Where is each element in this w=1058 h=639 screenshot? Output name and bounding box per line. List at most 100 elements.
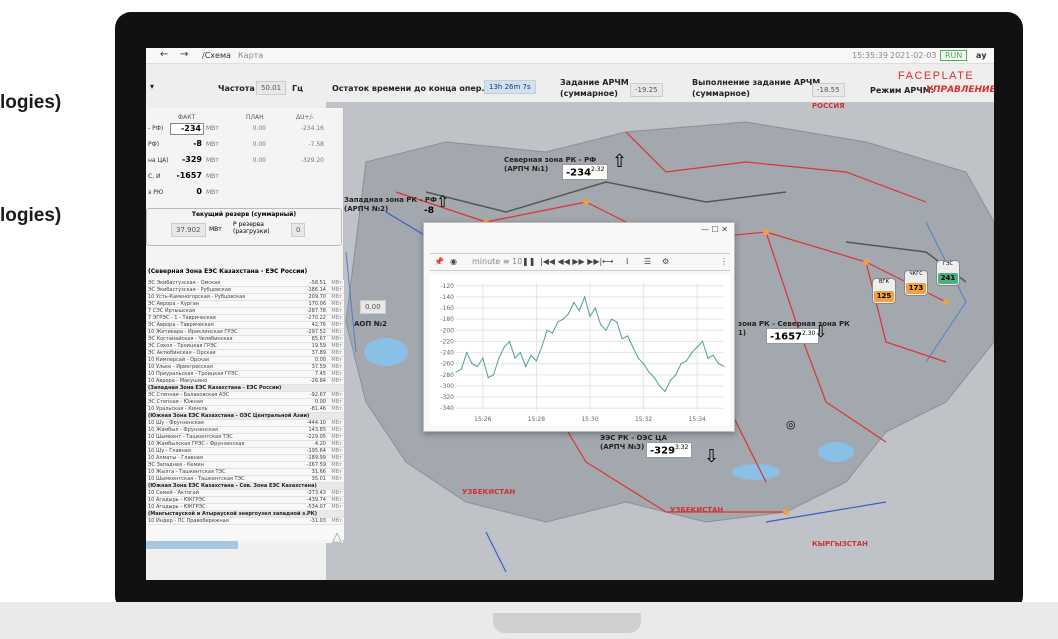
pause-icon[interactable]: ❚❚ — [522, 257, 535, 266]
left-data-panel: ФАКТ ПЛАН ΔU+/- - РФ) -234 МВт 0.00 -234… — [146, 108, 344, 543]
task-label-2: (суммарное) — [560, 89, 618, 98]
list-item[interactable]: 10 Усть-Каменогорская - Рубцовская 209.70… — [146, 294, 344, 301]
fit-icon[interactable]: ⟷ — [602, 257, 613, 266]
list-item[interactable]: 10 Аврора - Макушино -26.84 МВт — [146, 378, 344, 385]
back-arrow-icon[interactable]: ← — [160, 49, 168, 60]
generator-icon[interactable]: ◎ — [786, 418, 796, 431]
list-item[interactable]: 10 Житикара - Ириклинская ГРЭС -297.52 МВт — [146, 329, 344, 336]
range-select[interactable]: minute ≡ 10 — [472, 257, 522, 266]
list-item[interactable]: ЭС Степная - Балаковская АЭС -92.67 МВт — [146, 392, 344, 399]
list-item[interactable]: 10 Жамбылская ГРЭС - Фрунзенская 4.20 МВт — [146, 441, 344, 448]
x-tick-label: 15:34 — [689, 416, 706, 423]
cursor-icon[interactable]: Ⅰ — [626, 257, 628, 266]
list-item[interactable]: 10 Семей - Актогай -373.43 МВт — [146, 490, 344, 497]
mode-icon[interactable]: ◉ — [450, 257, 457, 266]
list-item[interactable]: ЭС Аврора - Таврическая 42.76 МВт — [146, 322, 344, 329]
list-item[interactable]: ЭС Экибастузская - Рубцовская -186.14 МВт — [146, 287, 344, 294]
data-point — [675, 374, 677, 376]
exec-label-1: Выполнение задание АРЧМ — [692, 78, 821, 87]
list-item[interactable]: 10 Алматы - Главная -189.99 МВт — [146, 455, 344, 462]
list-item[interactable]: ЭС Сокол - Троицкая ГРЭС 19.59 МВт — [146, 343, 344, 350]
more-icon[interactable]: ⋮ — [720, 257, 728, 266]
list-item[interactable]: 10 Жамбыл - Фрунзенская 143.85 МВт — [146, 427, 344, 434]
data-point — [701, 340, 704, 343]
south-zone-value[interactable]: -16572.30 — [766, 328, 820, 345]
west-zone-value[interactable]: -8 — [424, 206, 434, 216]
data-point — [616, 321, 618, 323]
brand-logo: FACEPLATE — [898, 70, 975, 82]
y-tick-label: -220 — [440, 338, 454, 345]
data-point — [691, 351, 693, 354]
window-controls[interactable]: — ☐ ✕ — [701, 225, 728, 234]
list-item[interactable]: 10 Жылга - Ташкентская ТЭС 31.66 МВт — [146, 469, 344, 476]
x-tick-label: 15:32 — [635, 416, 652, 423]
y-tick-label: -160 — [440, 305, 454, 312]
list-item[interactable]: ЭС Степная - Южная 0.00 МВт — [146, 399, 344, 406]
data-point — [578, 310, 580, 312]
pin-icon[interactable]: 📌 — [434, 257, 444, 266]
list-item[interactable]: 10 Кимперсай - Орская 0.00 МВт — [146, 357, 344, 364]
data-point — [648, 371, 650, 373]
y-tick-label: -300 — [440, 383, 454, 390]
list-item[interactable]: (Южная Зона ЕЭС Казахстана - ОЭС Централ… — [146, 413, 344, 420]
energy-indicator-ges[interactable]: ГЭС 241 — [936, 260, 960, 286]
settings-icon[interactable]: ⚙ — [662, 257, 669, 266]
list-item[interactable]: 10 Уральская - Кинель -81.46 МВт — [146, 406, 344, 413]
trend-toolbar: 📌 ◉ minute ≡ 10 ❚❚ |◀◀ ◀◀ ▶▶ ▶▶| ⟷ Ⅰ ☰ ⚙… — [430, 253, 730, 271]
country-uzbekistan-2: УЗБЕКИСТАН — [670, 506, 724, 514]
list-item[interactable]: 10 Агадырь - ЮКГРЭС -534.07 МВт — [146, 504, 344, 511]
scroll-strip[interactable] — [146, 541, 238, 549]
list-item[interactable]: ЭС Костанайская - Челябинская 85.67 МВт — [146, 336, 344, 343]
data-point — [637, 357, 639, 359]
list-item[interactable]: (Западная Зона ЕЭС Казахстана - ЕЭС Росс… — [146, 385, 344, 392]
fact-value[interactable]: -234 — [170, 123, 204, 135]
forward-arrow-icon[interactable]: → — [180, 49, 188, 60]
data-point — [487, 377, 489, 379]
data-point — [610, 318, 613, 320]
list-item[interactable]: ЭС Актюбинская - Орская 37.89 МВт — [146, 350, 344, 357]
list-item[interactable]: 10 Шу - Фрунзенская -444.10 МВт — [146, 420, 344, 427]
interconnect-list[interactable]: ЭС Экибастузская - Омская -58.51 МВт ЭС Эки… — [146, 280, 344, 540]
list-item[interactable]: ЭС Западная - Кемин -167.59 МВт — [146, 462, 344, 469]
data-point — [530, 354, 532, 356]
data-point — [503, 346, 505, 348]
list-icon[interactable]: ☰ — [644, 257, 651, 266]
list-item[interactable]: ЭС Аврора - Курган 170.06 МВт — [146, 301, 344, 308]
list-item[interactable]: 10 Шымкент - Ташкентская ТЭС -229.05 МВт — [146, 434, 344, 441]
list-title: (Северная Зона ЕЭС Казахстана - ЕЭС Росс… — [148, 268, 308, 275]
data-point — [680, 363, 682, 365]
tab-schema[interactable]: /Схема — [202, 51, 231, 60]
energy-indicator-vgk[interactable]: ВГК 125 — [872, 278, 896, 304]
list-item[interactable]: 10 Ульке - Ирикгресская 37.59 МВт — [146, 364, 344, 371]
dropdown-caret-icon[interactable]: ▾ — [150, 82, 154, 91]
list-item[interactable]: 10 Шымкентская - Ташкентская ТЭС 35.01 МВт — [146, 476, 344, 483]
list-item[interactable]: ЭС Экибастузская - Омская -58.51 МВт — [146, 280, 344, 287]
list-item[interactable]: 7 СЭС Иртышская -287.78 МВт — [146, 308, 344, 315]
list-item[interactable]: 10 Индер - ПС Правобережная -31.03 МВт — [146, 518, 344, 525]
y-tick-label: -340 — [440, 405, 454, 412]
list-item[interactable]: (Южная Зона ЕЭС Казахстана - Сев. Зона Е… — [146, 483, 344, 490]
fact-value: -329 — [181, 155, 202, 164]
list-item[interactable]: 10 Агадырь - ЮКГРЭС -439.74 МВт — [146, 497, 344, 504]
list-item[interactable]: 10 Приуральская - Троицкая ГРЭС 7.45 МВт — [146, 371, 344, 378]
list-item[interactable]: (Мангыстауской и Атырауской энергоузел з… — [146, 511, 344, 518]
energy-indicator-chkgs[interactable]: ЧКГС 173 — [904, 270, 928, 296]
list-item[interactable]: 7 ЭГРЭС - 1 - Таврическая -270.22 МВт — [146, 315, 344, 322]
collapse-triangle-icon[interactable]: △ — [332, 530, 342, 545]
data-point — [535, 360, 537, 362]
navigation-icons[interactable]: |◀◀ ◀◀ ▶▶ ▶▶| — [540, 257, 602, 266]
user-name[interactable]: ау — [976, 51, 987, 60]
north-zone-value[interactable]: -2342.32 — [562, 164, 609, 181]
ca-zone-value[interactable]: -3293.32 — [646, 442, 693, 459]
list-item[interactable]: 10 Шу - Главная -195.64 МВт — [146, 448, 344, 455]
tab-map[interactable]: Карта — [238, 51, 263, 60]
data-point — [605, 329, 607, 331]
y-tick-label: -240 — [440, 350, 454, 357]
trend-popup[interactable]: — ☐ ✕ 📌 ◉ minute ≡ 10 ❚❚ |◀◀ ◀◀ ▶▶ ▶▶| ⟷… — [423, 222, 735, 432]
side-heading-2: logies) — [0, 205, 62, 226]
reserve-box: Текущий резерв (суммарный) 37.902 МВт Р … — [146, 208, 342, 246]
data-point — [643, 363, 645, 365]
lake-shape — [364, 338, 408, 366]
data-point — [626, 335, 629, 337]
data-point — [514, 357, 516, 359]
